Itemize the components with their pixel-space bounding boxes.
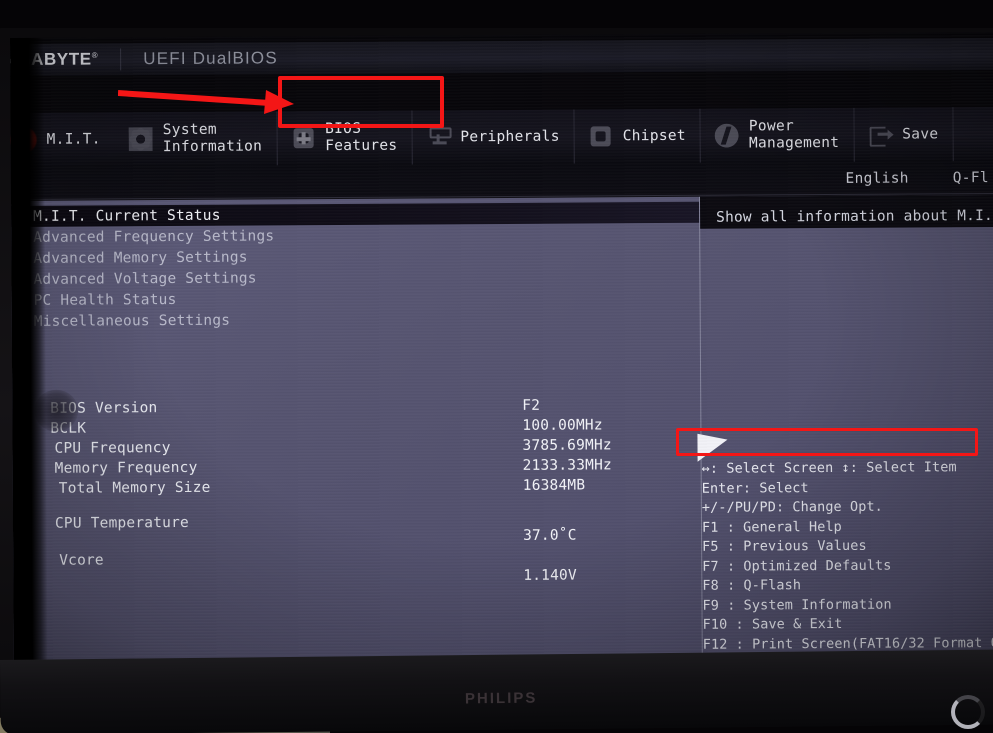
info-label: Total Memory Size xyxy=(58,479,211,497)
right-pane: Show all information about M.I.T. s ↔: S… xyxy=(699,194,993,670)
info-label: CPU Temperature xyxy=(54,514,189,532)
power-indicator-icon xyxy=(951,695,985,729)
chevron-right-icon xyxy=(19,275,26,284)
info-label: Vcore xyxy=(59,552,104,569)
main-content: M.I.T. Current Status Advanced Frequency… xyxy=(10,194,993,670)
exit-arrow-icon xyxy=(868,123,894,147)
chipset-icon xyxy=(589,124,613,148)
photo-of-monitor: GIGABYTE® UEFI DualBIOS M.I.T. System In… xyxy=(0,0,993,733)
main-navigation: M.I.T. System Information BIOS Features xyxy=(10,106,993,167)
power-bolt-icon xyxy=(714,123,739,148)
menu-item-label: Advanced Memory Settings xyxy=(33,249,248,267)
tab-label: Save xyxy=(902,125,939,143)
tab-label: System Information xyxy=(162,121,263,156)
tab-label: BIOS Features xyxy=(325,120,398,155)
tab-label: Chipset xyxy=(622,127,686,144)
mit-menu-list: M.I.T. Current Status Advanced Frequency… xyxy=(11,201,700,332)
bios-screen: GIGABYTE® UEFI DualBIOS M.I.T. System In… xyxy=(10,31,993,670)
chevron-right-icon xyxy=(19,212,26,221)
peripherals-icon xyxy=(426,125,452,149)
info-label: BCLK xyxy=(50,420,87,437)
gear-icon xyxy=(128,127,153,152)
menu-item-miscellaneous-settings[interactable]: Miscellaneous Settings xyxy=(12,307,700,332)
chevron-right-icon xyxy=(19,296,26,305)
trademark-mark: ® xyxy=(91,50,99,60)
menu-item-label: Advanced Frequency Settings xyxy=(33,227,275,246)
tab-label: M.I.T. xyxy=(46,130,101,148)
key-row-f1: F1 : General Help xyxy=(701,518,842,536)
tab-label: Power Management xyxy=(748,118,840,152)
tab-bios-features[interactable]: BIOS Features xyxy=(276,110,413,166)
menu-item-label: PC Health Status xyxy=(33,291,177,309)
chevron-right-icon xyxy=(19,233,26,242)
info-value: F2 xyxy=(522,397,541,414)
key-legend: ↔: Select Screen ↕: Select Item Enter: S… xyxy=(702,459,993,670)
mouse-cursor-icon xyxy=(697,433,728,462)
key-row-f7: F7 : Optimized Defaults xyxy=(702,557,892,575)
language-selector[interactable]: English xyxy=(823,170,930,187)
info-row-vcore: Vcore 1.140V xyxy=(13,534,701,583)
info-value: 16384MB xyxy=(522,477,586,494)
info-label: BIOS Version xyxy=(50,400,158,417)
info-value: 100.00MHz xyxy=(522,417,603,434)
gigabyte-logo: GIGABYTE® xyxy=(10,49,99,70)
key-row-enter: Enter: Select xyxy=(701,479,809,497)
help-description: Show all information about M.I.T. s xyxy=(716,207,993,226)
chevron-right-icon xyxy=(19,254,26,263)
tab-peripherals[interactable]: Peripherals xyxy=(412,109,575,165)
menu-item-label: Miscellaneous Settings xyxy=(33,312,231,330)
left-pane: M.I.T. Current Status Advanced Frequency… xyxy=(11,197,702,670)
key-row-f8: F8 : Q-Flash xyxy=(702,577,802,594)
tab-label: Peripherals xyxy=(460,128,560,145)
tab-mit[interactable]: M.I.T. xyxy=(10,112,115,167)
info-label: Memory Frequency xyxy=(54,459,198,477)
q-flash-button[interactable]: Q-Fl xyxy=(931,170,993,186)
info-value: 2133.33MHz xyxy=(522,457,612,474)
tab-system-information[interactable]: System Information xyxy=(114,111,278,167)
title-divider xyxy=(120,48,122,71)
info-value: 1.140V xyxy=(523,567,577,584)
tab-power-management[interactable]: Power Management xyxy=(700,107,855,163)
info-value: 3785.69MHz xyxy=(522,437,612,454)
key-row-f10: F10 : Save & Exit xyxy=(702,615,843,633)
menu-item-label: M.I.T. Current Status xyxy=(33,207,221,225)
tab-save-and-exit[interactable]: Save xyxy=(854,107,954,162)
tab-chipset[interactable]: Chipset xyxy=(574,108,702,164)
key-row-f9: F9 : System Information xyxy=(702,596,892,614)
bios-chip-icon xyxy=(291,126,315,150)
uefi-dualbios-logo: UEFI DualBIOS xyxy=(143,48,278,69)
system-info-table: BIOS Version F2 BCLK 100.00MHz CPU Frequ… xyxy=(12,397,701,584)
mit-dot-icon xyxy=(10,126,37,153)
title-bar: GIGABYTE® UEFI DualBIOS xyxy=(10,37,993,76)
monitor-brand-logo: PHILIPS xyxy=(464,689,538,708)
info-label: CPU Frequency xyxy=(54,440,171,457)
key-row-f5: F5 : Previous Values xyxy=(702,537,867,555)
menu-item-label: Advanced Voltage Settings xyxy=(33,269,257,288)
key-row-select-screen: ↔: Select Screen ↕: Select Item xyxy=(701,459,957,477)
chevron-right-icon xyxy=(19,317,26,326)
key-row-change-opt: +/-/PU/PD: Change Opt. xyxy=(701,498,883,516)
info-row-cpu-temperature: CPU Temperature 37.0˚C xyxy=(13,497,701,544)
